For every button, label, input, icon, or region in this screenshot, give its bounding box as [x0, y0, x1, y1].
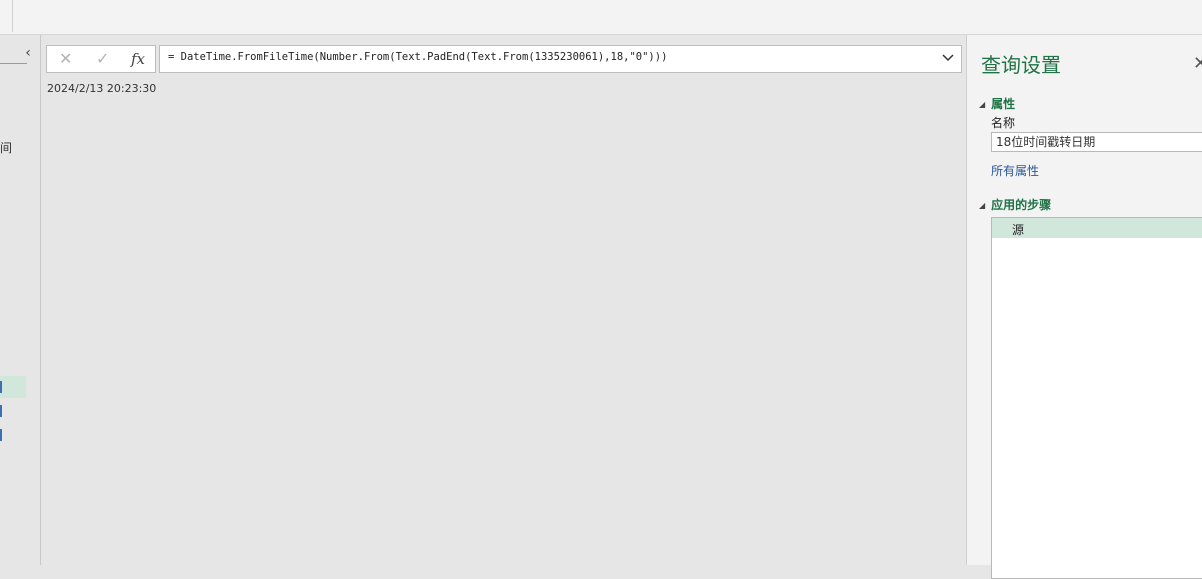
applied-steps-list: 源 [991, 217, 1202, 579]
formula-controls: ✕ ✓ fx [46, 45, 156, 73]
query-result-value[interactable]: 2024/2/13 20:23:30 [47, 82, 156, 95]
applied-steps-section-label: 应用的步骤 [991, 198, 1052, 212]
properties-section-header[interactable]: ◢ 属性 [979, 95, 1015, 112]
query-name-field[interactable]: 18位时间戳转日期 [991, 132, 1202, 152]
pane-title: 查询设置 [981, 53, 1061, 77]
step-label: 源 [1012, 223, 1025, 237]
queries-pane: ‹ 间 [0, 35, 41, 565]
properties-section-label: 属性 [991, 97, 1016, 111]
query-group-label: 间 [0, 141, 13, 155]
collapse-triangle-icon: ◢ [979, 201, 986, 210]
applied-steps-section-header[interactable]: ◢ 应用的步骤 [979, 196, 1051, 213]
ribbon-divider [12, 0, 13, 32]
close-icon[interactable]: ✕ [1193, 53, 1202, 74]
query-list-item-selected[interactable] [0, 376, 26, 398]
all-properties-link[interactable]: 所有属性 [991, 162, 1039, 179]
step-item[interactable]: 源 [992, 218, 1202, 238]
name-label: 名称 [991, 116, 1016, 130]
check-icon[interactable]: ✓ [96, 49, 109, 69]
query-list-item[interactable] [0, 424, 26, 446]
formula-input[interactable]: = DateTime.FromFileTime(Number.From(Text… [159, 45, 962, 73]
formula-text: = DateTime.FromFileTime(Number.From(Text… [168, 51, 668, 63]
query-icon [0, 429, 2, 441]
fx-icon[interactable]: fx [131, 49, 145, 69]
x-icon[interactable]: ✕ [59, 49, 72, 69]
query-list-item[interactable] [0, 400, 26, 422]
queries-pane-divider [0, 63, 27, 64]
chevron-down-icon[interactable] [941, 50, 955, 68]
query-settings-pane: 查询设置 ✕ ◢ 属性 名称 18位时间戳转日期 所有属性 ◢ 应用的步骤 源 [966, 35, 1202, 579]
query-icon [0, 405, 2, 417]
collapse-triangle-icon: ◢ [979, 100, 986, 109]
chevron-left-icon[interactable]: ‹ [21, 45, 35, 61]
query-icon [0, 381, 2, 393]
ribbon-area [0, 0, 1202, 35]
